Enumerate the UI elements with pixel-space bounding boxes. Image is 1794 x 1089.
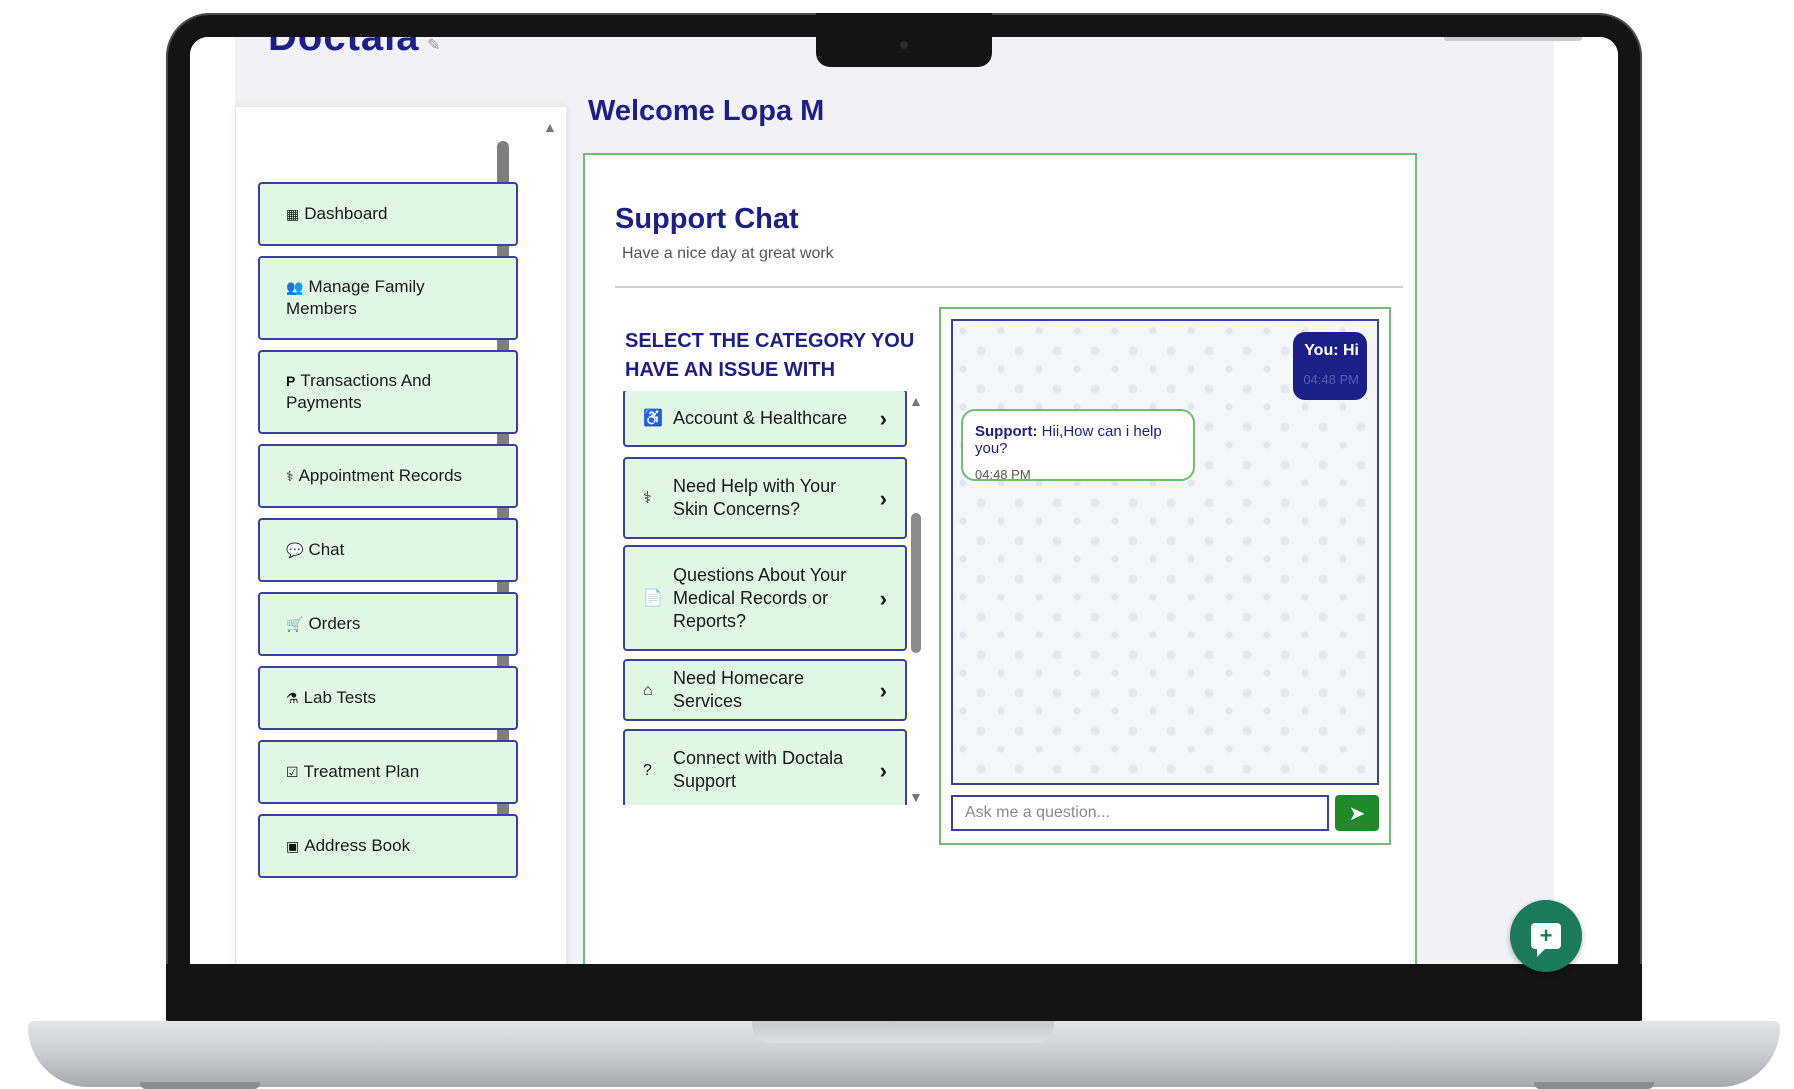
support-message: Support: Hii,How can i help you? 04:48 P… (961, 409, 1195, 482)
chat-plus-icon: + (1531, 923, 1561, 957)
category-records[interactable]: 📄 Questions About Your Medical Records o… (623, 545, 907, 651)
chevron-right-icon: › (879, 677, 887, 703)
chevron-right-icon: › (879, 405, 887, 431)
paypal-icon: P (286, 373, 296, 389)
question-icon: ? (643, 761, 652, 779)
category-homecare[interactable]: ⌂ Need Homecare Services › (623, 659, 907, 721)
laptop-foot (1534, 1082, 1654, 1089)
sidebar-item-treatment[interactable]: ☑ Treatment Plan (258, 740, 518, 804)
page-margin (1554, 37, 1618, 964)
page-subtitle: Have a nice day at great work (622, 245, 834, 262)
scroll-up-icon[interactable]: ▲ (909, 393, 923, 409)
sidebar-item-label: Dashboard (304, 204, 388, 223)
cart-icon: 🛒 (286, 616, 304, 632)
doctor-icon: ⚕ (286, 468, 294, 484)
support-chat-card: Support Chat Have a nice day at great wo… (583, 153, 1417, 964)
sidebar-item-chat[interactable]: 💬 Chat (258, 518, 518, 582)
category-heading: SELECT THE CATEGORY YOU HAVE AN ISSUE WI… (625, 330, 915, 381)
message-time: 04:48 PM (975, 467, 1031, 482)
message-text: Support: Hii,How can i help you? (975, 423, 1181, 457)
category-label: Connect with Doctala Support (673, 748, 844, 791)
sidebar-item-text: Transactions And Payments (286, 371, 432, 412)
divider (615, 286, 1403, 288)
home-icon: ⌂ (643, 681, 653, 699)
sidebar: ▲ ▦ Dashboard 👥 Manage Family Members P Tr… (236, 107, 566, 964)
category-account[interactable]: ♿ Account & Healthcare › (623, 391, 907, 447)
category-support[interactable]: ? Connect with Doctala Support › (623, 729, 907, 805)
sidebar-item-text: Manage Family Members (286, 277, 425, 318)
app-screen: Doctala ✎ ▲ ▦ Dashboard 👥 Manage Family M… (190, 37, 1618, 964)
sidebar-item-transactions[interactable]: P Transactions And Payments (258, 350, 518, 434)
message-sender: Support: (975, 423, 1038, 440)
flask-icon: ⚗ (286, 690, 299, 706)
sidebar-item-label: Treatment Plan (303, 762, 420, 781)
category-label: Account & Healthcare (673, 407, 848, 428)
category-list: ♿ Account & Healthcare › ⚕ Need Help wit… (623, 391, 909, 805)
scroll-down-icon[interactable]: ▼ (909, 789, 923, 805)
page-title: Support Chat (615, 203, 799, 235)
doctor-icon: ⚕ (643, 489, 652, 507)
sidebar-item-label: 👥 Manage Family Members (286, 276, 490, 320)
sidebar-item-orders[interactable]: 🛒 Orders (258, 592, 518, 656)
logo-mark-icon: ✎ (427, 37, 441, 54)
message-body: Hi (1343, 342, 1359, 359)
header-button[interactable] (1444, 37, 1582, 41)
send-icon: ➤ (1348, 802, 1366, 825)
sidebar-item-dashboard[interactable]: ▦ Dashboard (258, 182, 518, 246)
app-logo[interactable]: Doctala (268, 37, 420, 60)
sidebar-item-label: Address Book (304, 836, 411, 855)
file-icon: 📄 (643, 589, 663, 607)
new-chat-fab[interactable]: + (1510, 900, 1582, 972)
camera-icon (900, 41, 908, 49)
laptop-bezel (166, 964, 1642, 1020)
address-book-icon: ▣ (286, 838, 300, 854)
message-text: You: Hi (1301, 342, 1359, 360)
category-scrollbar[interactable] (911, 513, 921, 653)
dashboard-icon: ▦ (286, 206, 300, 222)
checkbox-icon: ☑ (286, 764, 299, 780)
sidebar-item-label: Orders (308, 614, 361, 633)
page-margin (190, 37, 235, 964)
sidebar-item-label: Chat (308, 540, 345, 559)
sidebar-item-address-book[interactable]: ▣ Address Book (258, 814, 518, 878)
message-sender: You: (1304, 342, 1339, 359)
category-label: Questions About Your Medical Records or … (673, 564, 847, 631)
welcome-heading: Welcome Lopa M (588, 95, 825, 127)
message-time: 04:48 PM (1303, 372, 1359, 387)
chevron-right-icon: › (879, 757, 887, 783)
accessibility-icon: ♿ (643, 409, 663, 427)
laptop-groove (752, 1021, 1054, 1043)
chat-messages[interactable]: You: Hi 04:48 PM Support: Hii,How can i … (951, 319, 1379, 785)
sidebar-item-label: P Transactions And Payments (286, 370, 490, 414)
camera-notch (816, 13, 992, 67)
category-label: Need Help with Your Skin Concerns? (673, 476, 837, 519)
sidebar-item-family[interactable]: 👥 Manage Family Members (258, 256, 518, 340)
chevron-right-icon: › (879, 585, 887, 611)
category-label: Need Homecare Services (673, 668, 805, 711)
chat-panel: You: Hi 04:48 PM Support: Hii,How can i … (939, 307, 1391, 845)
send-button[interactable]: ➤ (1335, 795, 1379, 831)
users-icon: 👥 (286, 279, 304, 295)
user-message: You: Hi 04:48 PM (1293, 332, 1367, 400)
comments-icon: 💬 (286, 542, 304, 558)
sidebar-item-lab-tests[interactable]: ⚗ Lab Tests (258, 666, 518, 730)
chevron-right-icon: › (879, 485, 887, 511)
chat-input[interactable] (951, 795, 1329, 831)
sidebar-item-appointments[interactable]: ⚕ Appointment Records (258, 444, 518, 508)
sidebar-item-label: Lab Tests (303, 688, 377, 707)
scroll-up-icon[interactable]: ▲ (543, 119, 557, 135)
laptop-foot (140, 1082, 260, 1089)
sidebar-item-label: Appointment Records (298, 466, 463, 485)
category-skin[interactable]: ⚕ Need Help with Your Skin Concerns? › (623, 457, 907, 539)
